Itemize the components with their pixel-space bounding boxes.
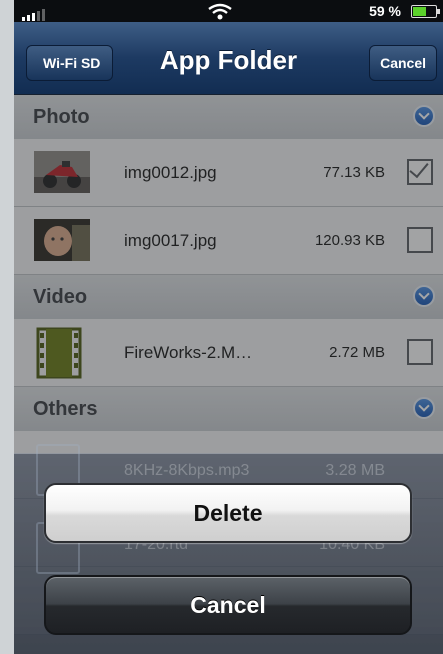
nav-cancel-button[interactable]: Cancel <box>369 45 437 81</box>
screen: 59 % Wi-Fi SD App Folder Cancel Photo im… <box>0 0 443 654</box>
delete-button[interactable]: Delete <box>44 483 412 543</box>
wifi-icon <box>208 3 232 20</box>
sheet-cancel-button[interactable]: Cancel <box>44 575 412 635</box>
battery-icon <box>411 5 440 18</box>
navigation-bar: Wi-Fi SD App Folder Cancel <box>14 22 443 95</box>
file-name-ghost: 8KHz-8Kbps.mp3 <box>124 462 250 479</box>
status-bar: 59 % <box>14 0 443 22</box>
signal-icon <box>22 9 45 21</box>
action-sheet: 8KHz-8Kbps.mp3 3.28 MB 17-20.rtd 10.40 K… <box>14 444 443 654</box>
battery-percent: 59 % <box>369 3 401 19</box>
file-size-ghost: 3.28 MB <box>325 462 385 479</box>
